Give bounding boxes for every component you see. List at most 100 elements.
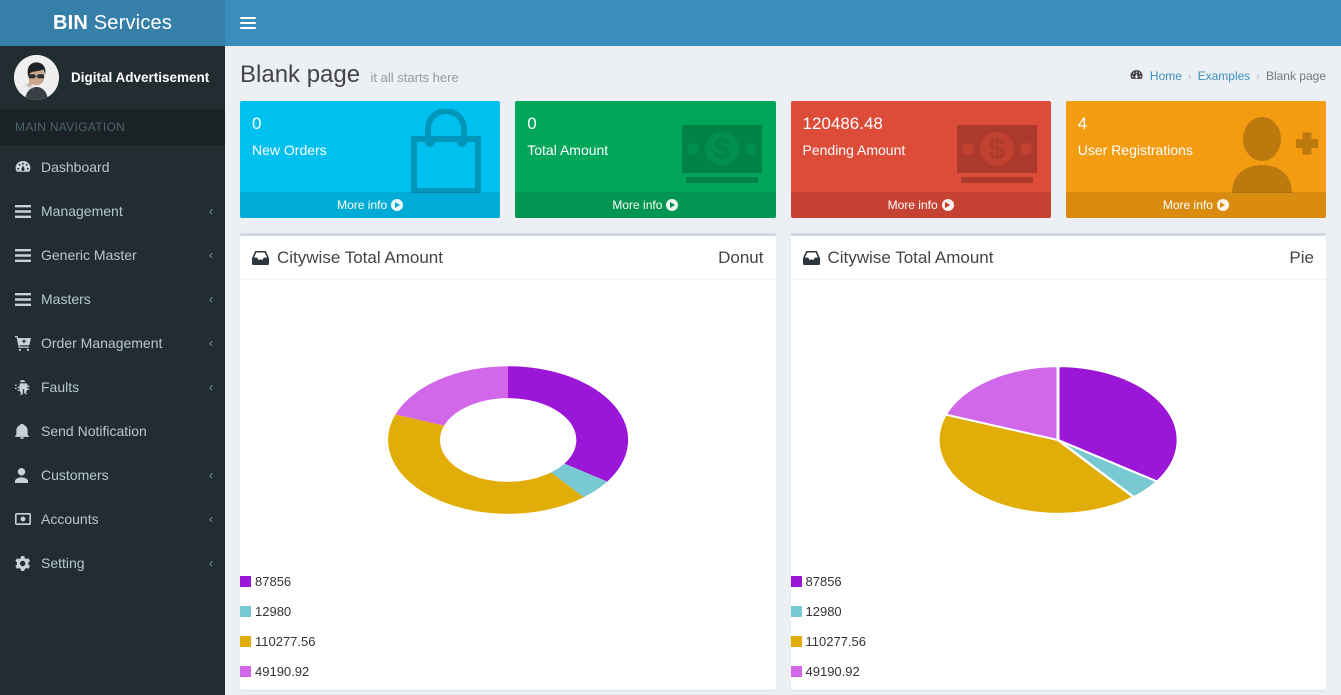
legend-swatch <box>240 635 251 647</box>
breadcrumb-examples[interactable]: Examples <box>1198 69 1251 83</box>
gear-icon <box>15 555 37 571</box>
content-wrapper: Blank page it all starts here Home › Examp… <box>225 46 1341 695</box>
info-box-label: Pending Amount <box>802 142 906 158</box>
donut-chart-legend: 87856 12980 110277.56 49190.92 <box>240 566 776 690</box>
bars-icon <box>15 204 37 218</box>
sidebar-item-masters[interactable]: Masters ‹ <box>0 277 225 321</box>
chevron-left-icon: ‹ <box>209 248 213 262</box>
chevron-left-icon: ‹ <box>209 292 213 306</box>
user-avatar-icon <box>14 55 59 100</box>
avatar <box>14 55 59 100</box>
breadcrumb-separator: › <box>1256 71 1260 83</box>
sidebar-user-panel[interactable]: Digital Advertisement <box>0 46 225 109</box>
page-title: Blank page <box>240 61 361 88</box>
info-box-content: 0 New Orders <box>240 101 500 161</box>
bell-icon <box>15 423 37 439</box>
logo-bold: BIN <box>52 11 88 34</box>
info-box-content: 120486.48 Pending Amount <box>791 101 1051 161</box>
top-navbar <box>225 0 1341 46</box>
legend-item[interactable]: 87856 <box>240 566 776 596</box>
legend-swatch <box>240 665 251 677</box>
sidebar-item-label: Send Notification <box>41 423 147 439</box>
legend-swatch <box>790 575 802 587</box>
legend-label: 110277.56 <box>255 633 316 649</box>
sidebar-item-label: Accounts <box>41 511 99 527</box>
breadcrumb-current: Blank page <box>1265 69 1326 83</box>
sidebar-item-label: Setting <box>41 555 85 571</box>
chevron-left-icon: ‹ <box>209 380 213 394</box>
info-box-col: 4 User Registrations More info <box>1058 101 1333 218</box>
chart-panel-col: Citywise Total Amount Donut 87856 12980 … <box>233 233 784 690</box>
info-box-content: 4 User Registrations <box>1066 101 1326 161</box>
logo-light: Services <box>93 11 173 34</box>
sidebar-item-setting[interactable]: Setting ‹ <box>0 541 225 585</box>
donut-chart-svg <box>387 365 628 514</box>
info-box-new-orders: 0 New Orders More info <box>240 101 501 218</box>
info-box-row: 0 New Orders More info $ 0 Total Amount <box>225 101 1341 218</box>
panel-chart-type-label: Pie <box>1289 247 1314 267</box>
sidebar-item-send-notification[interactable]: Send Notification <box>0 409 225 453</box>
app-logo[interactable]: BIN Services <box>0 0 225 46</box>
sidebar-item-label: Dashboard <box>41 159 110 175</box>
info-box-value: 120486.48 <box>802 114 883 133</box>
chart-panel-row: Citywise Total Amount Donut 87856 12980 … <box>225 218 1341 690</box>
legend-item[interactable]: 110277.56 <box>240 626 776 656</box>
sidebar-item-faults[interactable]: Faults ‹ <box>0 365 225 409</box>
more-info-label: More info <box>887 198 938 212</box>
panel-title: Citywise Total Amount <box>802 247 994 268</box>
sidebar: Digital Advertisement MAIN NAVIGATION Da… <box>0 46 225 695</box>
pie-chart-svg <box>936 364 1180 515</box>
sidebar-item-management[interactable]: Management ‹ <box>0 189 225 233</box>
sidebar-item-label: Customers <box>41 467 109 483</box>
info-box-value: 0 <box>527 114 537 133</box>
arrow-right-icon <box>666 199 679 211</box>
legend-item[interactable]: 12980 <box>790 596 1327 626</box>
sidebar-item-accounts[interactable]: Accounts ‹ <box>0 497 225 541</box>
chevron-left-icon: ‹ <box>209 512 213 526</box>
info-box-label: User Registrations <box>1077 142 1193 158</box>
legend-label: 49190.92 <box>805 663 860 679</box>
sidebar-toggle-button[interactable] <box>225 0 271 46</box>
chart-panel-col: Citywise Total Amount Pie 87856 12980 11… <box>783 233 1334 690</box>
arrow-right-icon <box>941 199 954 211</box>
dashboard-icon <box>15 160 37 174</box>
legend-label: 49190.92 <box>255 663 310 679</box>
legend-item[interactable]: 49190.92 <box>790 656 1327 686</box>
sidebar-item-label: Masters <box>41 291 91 307</box>
legend-item[interactable]: 110277.56 <box>790 626 1327 656</box>
more-info-label: More info <box>337 198 388 212</box>
legend-item[interactable]: 87856 <box>790 566 1327 596</box>
info-box-value: 0 <box>252 114 262 133</box>
user-icon <box>15 467 37 483</box>
legend-swatch <box>790 665 802 677</box>
chevron-left-icon: ‹ <box>209 204 213 218</box>
info-box-col: $ 0 Total Amount More info <box>508 101 783 218</box>
info-box-value: 4 <box>1077 114 1088 133</box>
sidebar-item-dashboard[interactable]: Dashboard <box>0 145 225 189</box>
donut-chart <box>250 290 766 590</box>
panel-title-text: Citywise Total Amount <box>827 247 994 267</box>
page-subtitle: it all starts here <box>370 70 459 85</box>
legend-label: 12980 <box>255 603 292 619</box>
chevron-left-icon: ‹ <box>209 556 213 570</box>
bars-icon <box>15 248 37 262</box>
money-icon <box>15 513 37 525</box>
legend-label: 87856 <box>805 573 842 589</box>
info-box-content: 0 Total Amount <box>515 101 775 161</box>
breadcrumb-separator: › <box>1187 71 1192 83</box>
sidebar-user-name: Digital Advertisement <box>71 70 210 85</box>
bars-icon <box>15 292 37 306</box>
sidebar-item-customers[interactable]: Customers ‹ <box>0 453 225 497</box>
sidebar-item-label: Faults <box>41 379 80 395</box>
breadcrumb-home[interactable]: Home <box>1150 69 1182 83</box>
legend-item[interactable]: 12980 <box>240 596 776 626</box>
panel-heading: Citywise Total Amount Donut <box>240 236 776 280</box>
hamburger-icon <box>240 14 256 32</box>
arrow-right-icon <box>1216 199 1229 211</box>
legend-item[interactable]: 49190.92 <box>240 656 776 686</box>
info-box-label: Total Amount <box>527 142 609 158</box>
info-box-col: 0 New Orders More info <box>233 101 508 218</box>
sidebar-item-generic-master[interactable]: Generic Master ‹ <box>0 233 225 277</box>
sidebar-item-order-management[interactable]: Order Management ‹ <box>0 321 225 365</box>
more-info-label: More info <box>1162 198 1213 212</box>
